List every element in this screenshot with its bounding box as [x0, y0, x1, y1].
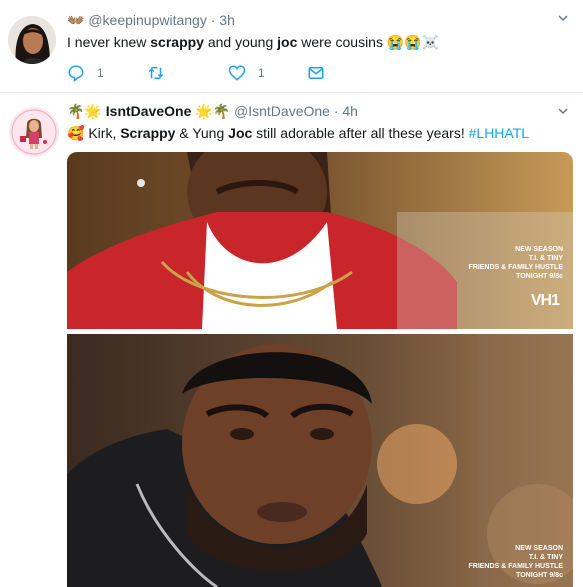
hashtag-link[interactable]: #LHHATL — [469, 125, 529, 141]
show-promo-overlay: NEW SEASON T.I. & TINY FRIENDS & FAMILY … — [468, 545, 563, 579]
vh1-logo: VH1 — [530, 292, 560, 309]
display-name-emoji: 🌴🌟 — [67, 103, 102, 119]
search-highlight: scrappy — [150, 34, 204, 50]
search-highlight: joc — [277, 34, 298, 50]
search-highlight: Scrappy — [120, 125, 176, 141]
tweet-header: 🌴🌟 IsntDaveOne 🌟🌴 @IsntDaveOne · 4h — [67, 103, 358, 120]
retweet-icon — [148, 67, 164, 79]
emoji: 🥰 — [67, 125, 85, 141]
timestamp[interactable]: 4h — [342, 103, 358, 119]
retweet-button[interactable] — [147, 64, 177, 82]
user-handle[interactable]: @IsntDaveOne — [234, 103, 330, 119]
display-name[interactable]: IsntDaveOne — [106, 103, 192, 119]
chevron-down-icon[interactable] — [557, 105, 569, 117]
tweet-text: I never knew scrappy and young joc were … — [67, 34, 440, 50]
tweet[interactable]: 🌴🌟 IsntDaveOne 🌟🌴 @IsntDaveOne · 4h 🥰 Ki… — [0, 93, 583, 587]
heart-icon — [228, 65, 246, 81]
reply-count: 1 — [97, 66, 104, 80]
tweet-actions: 1 1 — [67, 64, 367, 84]
user-handle[interactable]: @keepinupwitangy — [88, 12, 207, 28]
reply-button[interactable]: 1 — [67, 64, 104, 82]
timestamp[interactable]: 3h — [219, 12, 235, 28]
direct-message-button[interactable] — [307, 64, 325, 82]
tweet-image[interactable]: NEW SEASON T.I. & TINY FRIENDS & FAMILY … — [67, 152, 573, 329]
separator-dot: · — [210, 12, 216, 28]
envelope-icon — [308, 67, 324, 79]
like-button[interactable]: 1 — [228, 64, 265, 82]
avatar-photo — [8, 16, 56, 64]
show-promo-overlay: NEW SEASON T.I. & TINY FRIENDS & FAMILY … — [468, 246, 563, 280]
reply-icon — [68, 65, 84, 82]
tweet-text: 🥰 Kirk, Scrappy & Yung Joc still adorabl… — [67, 125, 530, 141]
like-count: 1 — [258, 66, 265, 80]
emoji: 😭😭☠️ — [386, 34, 440, 50]
tweet-image[interactable]: NEW SEASON T.I. & TINY FRIENDS & FAMILY … — [67, 334, 573, 587]
search-highlight: Joc — [228, 125, 253, 141]
avatar-cartoon — [10, 108, 58, 156]
avatar[interactable] — [8, 16, 56, 64]
avatar[interactable] — [9, 107, 59, 157]
tweet-header: 👐🏽 @keepinupwitangy · 3h — [67, 12, 235, 29]
display-name-emoji[interactable]: 👐🏽 — [67, 12, 84, 28]
tweet[interactable]: 👐🏽 @keepinupwitangy · 3h I never knew sc… — [0, 0, 583, 93]
tv-still-photo — [67, 152, 573, 329]
separator-dot: · — [333, 103, 339, 119]
display-name-emoji: 🌟🌴 — [195, 103, 231, 119]
chevron-down-icon[interactable] — [557, 12, 569, 24]
